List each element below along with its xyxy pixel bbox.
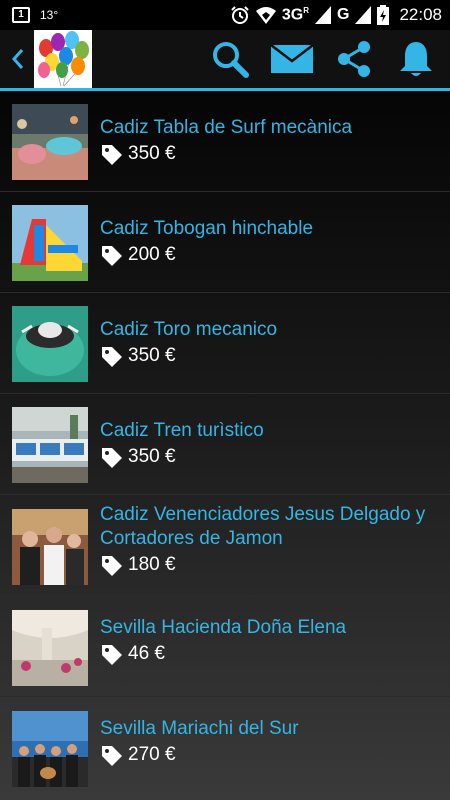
price-tag-icon [102,645,122,665]
item-thumbnail [12,610,88,686]
item-price: 180 € [128,554,176,575]
back-icon [11,49,24,69]
list-item[interactable]: Cadiz Tren turìstico 350 € [0,394,450,495]
inflatable-slide-image-icon [12,205,88,281]
item-price: 46 € [128,643,165,664]
signal-2-icon [355,6,372,24]
item-price: 350 € [128,143,176,164]
item-price: 200 € [128,244,176,265]
notifications-button[interactable] [394,37,438,81]
surf-board-image-icon [12,104,88,180]
list-item[interactable]: Cadiz Toro mecanico 350 € [0,293,450,394]
share-icon [338,41,370,77]
mail-icon [271,44,313,73]
search-icon [213,42,249,78]
price-tag-icon [102,246,122,266]
signal-icon [315,6,331,24]
tourist-train-image-icon [12,407,88,483]
price-tag-icon [102,556,122,576]
item-title: Sevilla Mariachi del Sur [100,718,299,739]
clock: 22:08 [399,5,442,24]
mechanical-bull-image-icon [12,306,88,382]
list-item[interactable]: Cadiz Venenciadores Jesus Delgado y Cort… [0,495,450,596]
list-item[interactable]: Cadiz Tobogan hinchable 200 € [0,192,450,293]
notification-count-icon: 1 [12,7,30,23]
item-title: Cadiz Tabla de Surf mecànica [100,117,353,138]
item-title: Cadiz Tobogan hinchable [100,218,314,239]
battery-icon [377,5,390,25]
item-price: 350 € [128,345,176,366]
item-title: Cadiz Toro mecanico [100,319,278,340]
item-thumbnail [12,205,88,281]
bell-icon [400,42,432,76]
network-type-2: G [337,6,350,23]
alarm-icon [231,6,249,24]
search-button[interactable] [208,37,252,81]
item-title: Cadiz Venenciadores Jesus Delgado y Cort… [100,504,426,549]
item-thumbnail [12,306,88,382]
temperature: 13° [40,8,59,22]
item-title: Cadiz Tren turìstico [100,420,264,441]
back-button[interactable] [6,30,30,88]
list-item[interactable]: Sevilla Hacienda Doña Elena 46 € [0,596,450,697]
list-item[interactable]: Sevilla Mariachi del Sur 270 € [0,697,450,800]
item-title: Sevilla Hacienda Doña Elena [100,617,347,638]
item-price: 350 € [128,446,176,467]
item-thumbnail [12,407,88,483]
item-thumbnail [12,509,88,585]
list-item[interactable]: Cadiz Tabla de Surf mecànica 350 € [0,91,450,192]
mariachi-band-image-icon [12,711,88,787]
price-tag-icon [102,145,122,165]
mail-button[interactable] [270,37,314,81]
action-bar [0,30,450,88]
app-logo[interactable] [34,30,92,88]
network-type: 3GR [281,5,309,24]
item-price: 270 € [128,744,176,765]
item-thumbnail [12,104,88,180]
notification-count: 1 [18,9,24,20]
item-thumbnail [12,711,88,787]
price-tag-icon [102,347,122,367]
price-tag-icon [102,746,122,766]
wine-servers-image-icon [12,509,88,585]
share-button[interactable] [332,37,376,81]
hacienda-hall-image-icon [12,610,88,686]
product-list[interactable]: Cadiz Tabla de Surf mecànica 350 € Cadiz… [0,91,450,800]
status-bar: 1 13° 3GR G 22:08 [0,0,450,30]
balloons-logo-icon [34,30,92,88]
wifi-icon [255,7,276,24]
price-tag-icon [102,448,122,468]
